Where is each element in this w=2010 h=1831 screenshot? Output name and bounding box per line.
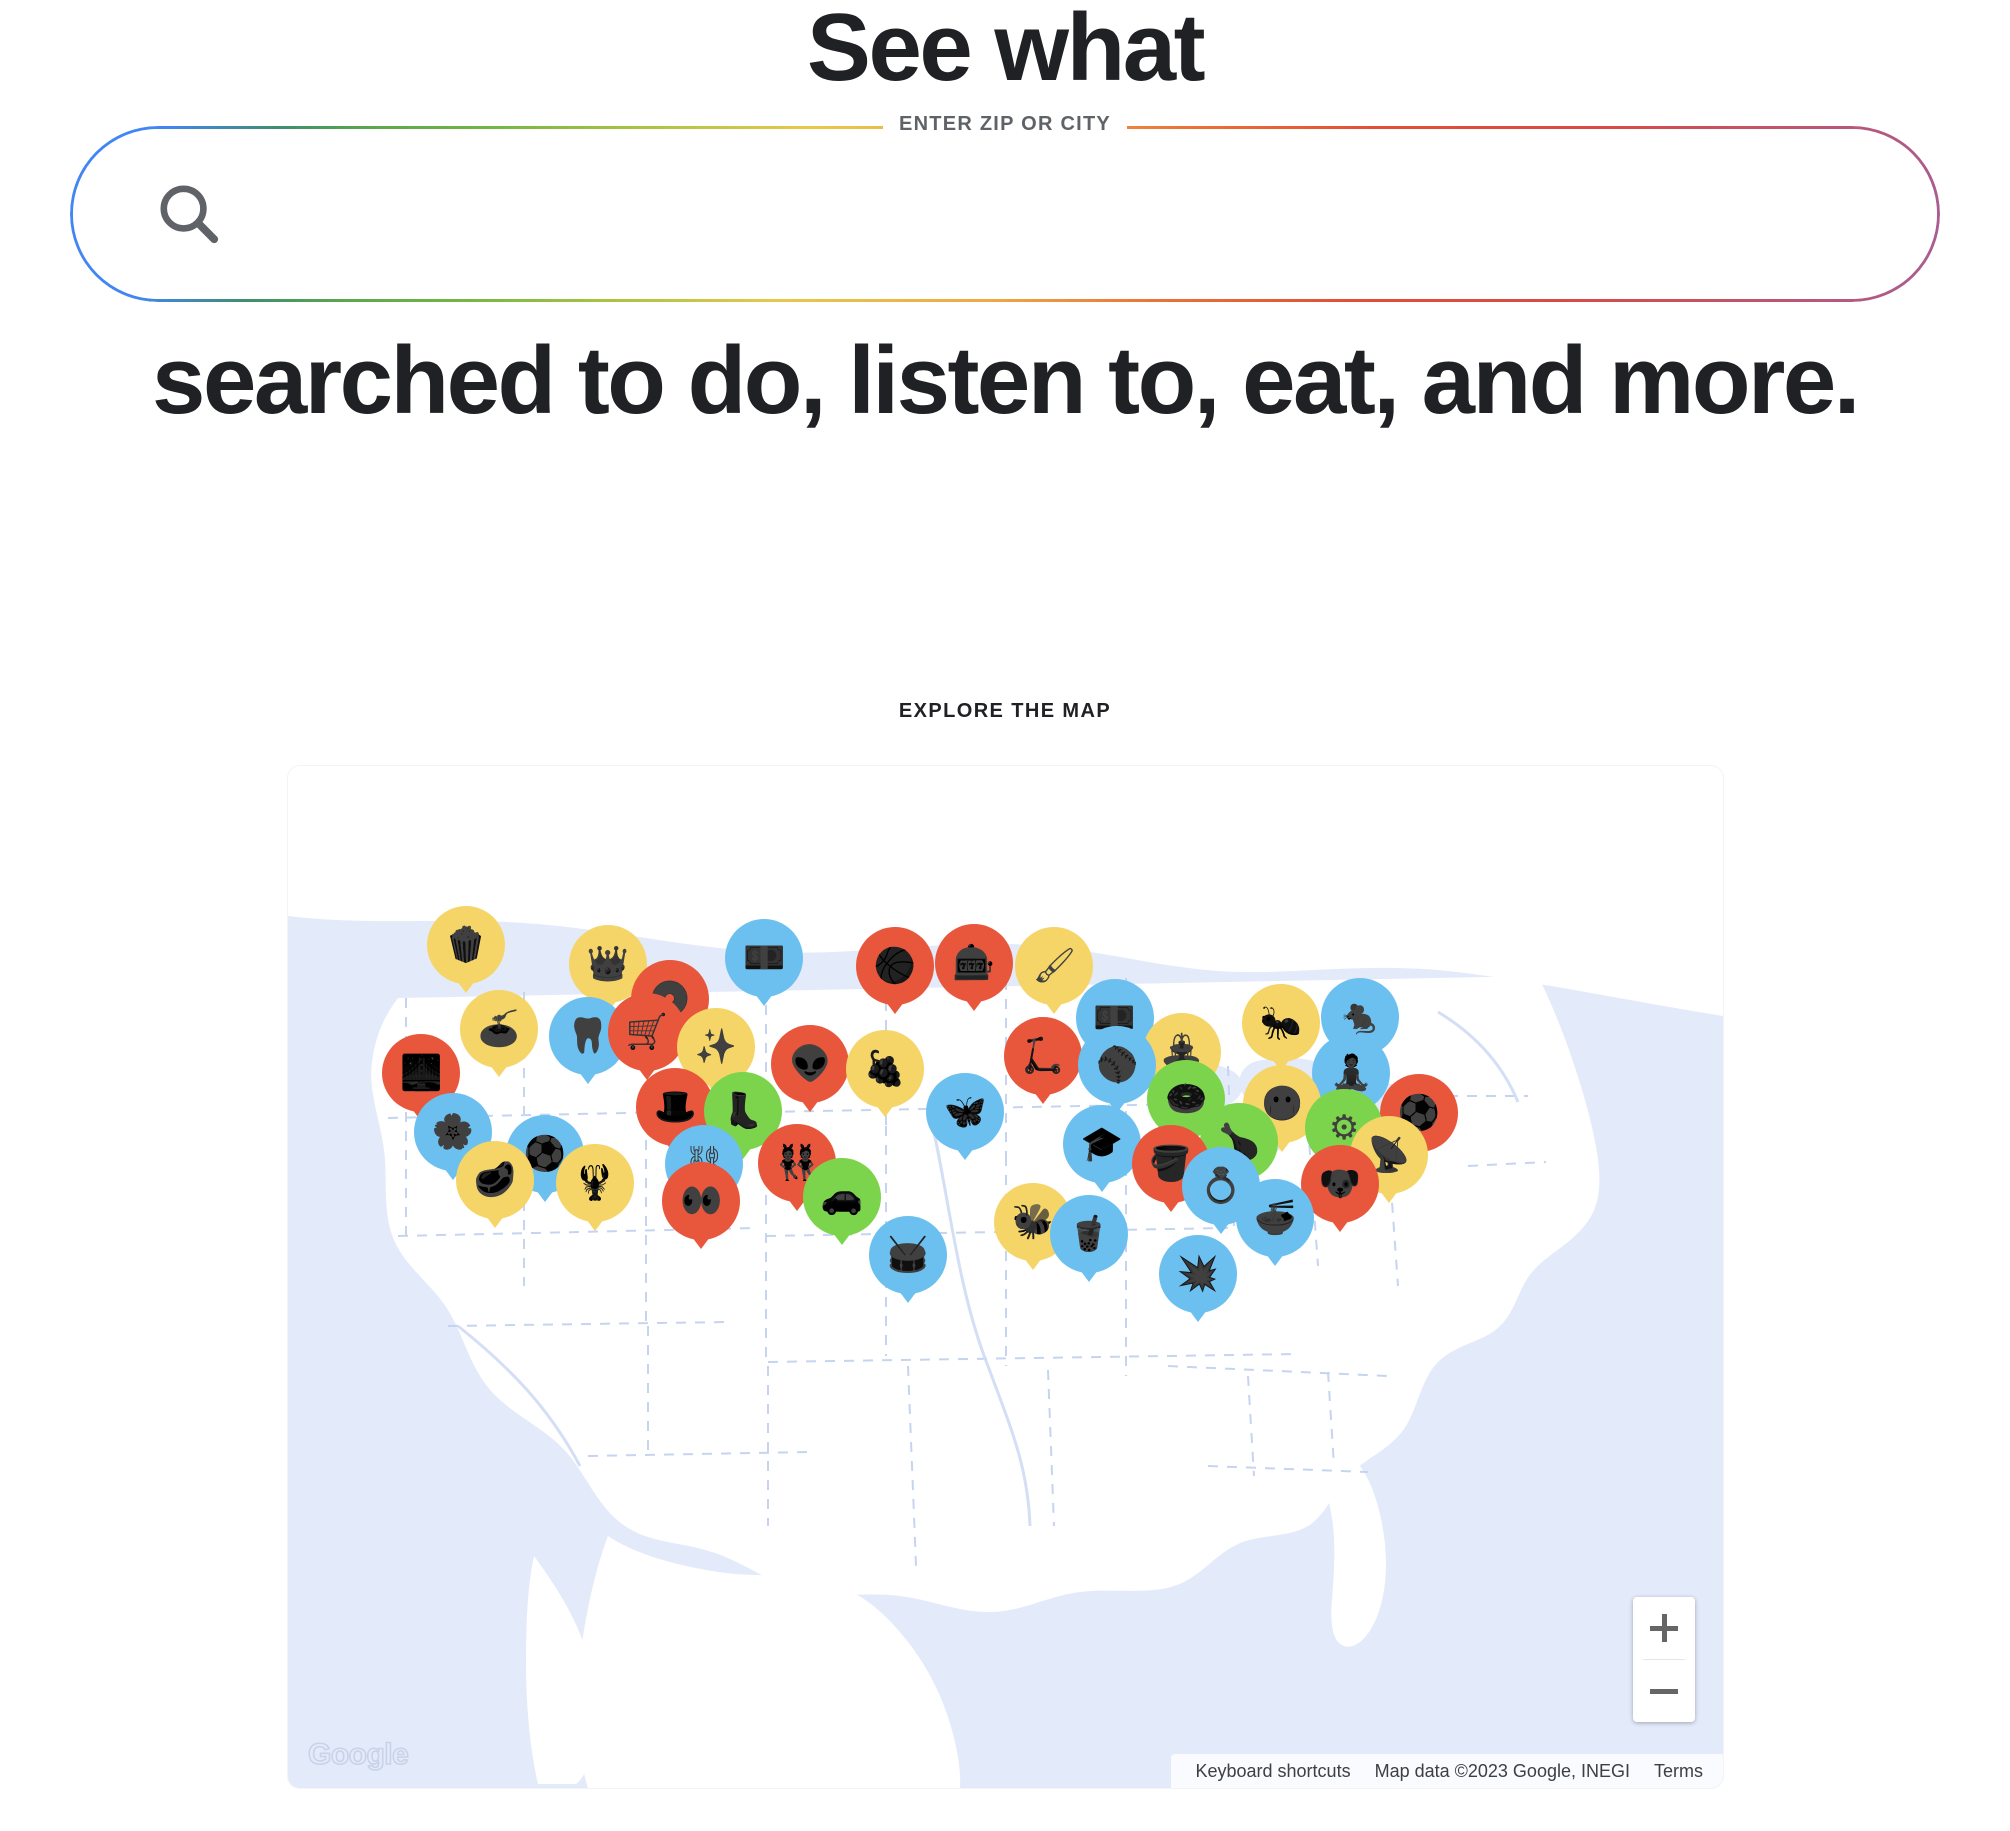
pin-cart[interactable]: 🛒	[607, 992, 686, 1071]
pin-car-glyph: 🚗	[820, 1178, 864, 1217]
pin-grapes-glyph: 🍇	[863, 1049, 907, 1088]
pin-ramen[interactable]: 🍜	[1236, 1178, 1315, 1257]
pin-car[interactable]: 🚗	[802, 1158, 881, 1237]
pin-boot-glyph: 👢	[721, 1092, 765, 1131]
pin-baseball[interactable]: ⚾	[1078, 1026, 1157, 1105]
pin-eyes-glyph: 👀	[680, 1182, 723, 1221]
explore-the-map-label: EXPLORE THE MAP	[898, 700, 1112, 722]
terms-link[interactable]: Terms	[1642, 1761, 1715, 1782]
pin-tooth-glyph: 🦷	[566, 1016, 610, 1055]
pin-slot-machine-glyph: 🎰	[952, 944, 996, 983]
pin-noodles-glyph: 🍝	[477, 1009, 521, 1048]
pin-mouse-glyph: 🐁	[1338, 998, 1382, 1037]
pin-lobster-glyph: 🦞	[573, 1163, 617, 1202]
pin-bridge-glyph: 🌉	[400, 1053, 443, 1092]
pin-money-glyph: 💵	[743, 939, 786, 978]
pin-ticket-donut-glyph: 🍩	[1165, 1080, 1208, 1119]
search-inner[interactable]	[73, 129, 1937, 299]
pin-cart-glyph: 🛒	[625, 1012, 668, 1051]
pin-money[interactable]: 💵	[725, 919, 804, 998]
search-input[interactable]	[227, 129, 1937, 299]
pin-popcorn-glyph: 🍿	[444, 925, 488, 964]
pin-basketball-glyph: 🏀	[873, 947, 917, 986]
pin-scooter-glyph: 🛴	[1021, 1037, 1064, 1076]
search-icon	[151, 176, 227, 252]
map-attribution: Keyboard shortcuts Map data ©2023 Google…	[1171, 1754, 1723, 1788]
zoom-in-button[interactable]	[1633, 1597, 1695, 1659]
pin-boba-glyph: 🧋	[1067, 1215, 1110, 1254]
pin-baseball-glyph: ⚾	[1096, 1046, 1139, 1085]
pin-ant[interactable]: 🐜	[1242, 983, 1321, 1062]
pin-eyes[interactable]: 👀	[662, 1162, 741, 1241]
search-box[interactable]	[70, 126, 1940, 302]
pin-paint-brush-glyph: 🖌	[1032, 947, 1076, 986]
pin-steak-glyph: 🥩	[473, 1160, 516, 1199]
pin-paint-brush[interactable]: 🖌	[1015, 927, 1094, 1006]
pin-alien[interactable]: 👽	[771, 1025, 850, 1104]
pin-flower-glyph: 🌸	[431, 1112, 475, 1151]
pin-alien-glyph: 👽	[789, 1045, 832, 1084]
pin-ant-glyph: 🐜	[1259, 1003, 1303, 1042]
pin-bee-glyph: 🐝	[1011, 1202, 1054, 1241]
google-watermark: Google	[307, 1737, 409, 1772]
map-data-text: Map data ©2023 Google, INEGI	[1374, 1760, 1630, 1781]
pin-grapes[interactable]: 🍇	[845, 1029, 924, 1108]
pin-record-tx[interactable]: 🥁	[868, 1215, 947, 1294]
zoom-out-button[interactable]	[1633, 1660, 1695, 1722]
pin-steak[interactable]: 🥩	[455, 1140, 534, 1219]
pin-graduation[interactable]: 🎓	[1062, 1105, 1141, 1184]
pin-boba[interactable]: 🧋	[1049, 1195, 1128, 1274]
pin-slot-machine[interactable]: 🎰	[934, 924, 1013, 1003]
map-zoom-controls[interactable]	[1633, 1597, 1695, 1722]
pin-firework[interactable]: 💥	[1158, 1234, 1237, 1313]
pin-scooter[interactable]: 🛴	[1003, 1017, 1082, 1096]
pin-sparkle-glyph: ✨	[694, 1028, 737, 1067]
page-title: See what	[806, 0, 1206, 101]
pin-lobster[interactable]: 🦞	[556, 1143, 635, 1222]
pin-ramen-glyph: 🍜	[1254, 1198, 1297, 1237]
pin-yoga-glyph: 🧘	[1330, 1053, 1373, 1092]
page-subtitle: searched to do, listen to, eat, and more…	[152, 327, 1860, 434]
pin-graduation-glyph: 🎓	[1080, 1125, 1123, 1164]
pin-firework-glyph: 💥	[1176, 1254, 1219, 1293]
pin-witch-hat-glyph: 🎩	[654, 1088, 697, 1127]
keyboard-shortcuts-link[interactable]: Keyboard shortcuts	[1183, 1761, 1362, 1782]
pin-crown-glyph: 👑	[586, 945, 630, 984]
pin-noodles[interactable]: 🍝	[459, 989, 538, 1068]
pin-popcorn[interactable]: 🍿	[426, 905, 505, 984]
pin-basketball[interactable]: 🏀	[856, 927, 934, 1006]
page-root: See what ENTER ZIP OR CITY searched to d…	[0, 0, 2010, 1831]
pin-ring-glyph: 💍	[1199, 1167, 1242, 1206]
pin-butterfly[interactable]: 🦋	[926, 1073, 1005, 1152]
pin-butterfly-glyph: 🦋	[944, 1093, 987, 1132]
pin-dog-glyph: 🐶	[1318, 1164, 1362, 1203]
map-canvas[interactable]: 🍿👑💵🏀🎰🖌💿💵🐜🐁🍝🦷🛒✨⛲🌉👽🍇🛴⚾🧘🌸🎩👢🍩😷🦋⚽⚙🍗🎓⚽📡⛓👯🪣🥩🦞💍👀…	[288, 766, 1723, 1788]
pin-record-tx-glyph: 🥁	[886, 1235, 930, 1274]
map-basemap	[288, 766, 1723, 1788]
